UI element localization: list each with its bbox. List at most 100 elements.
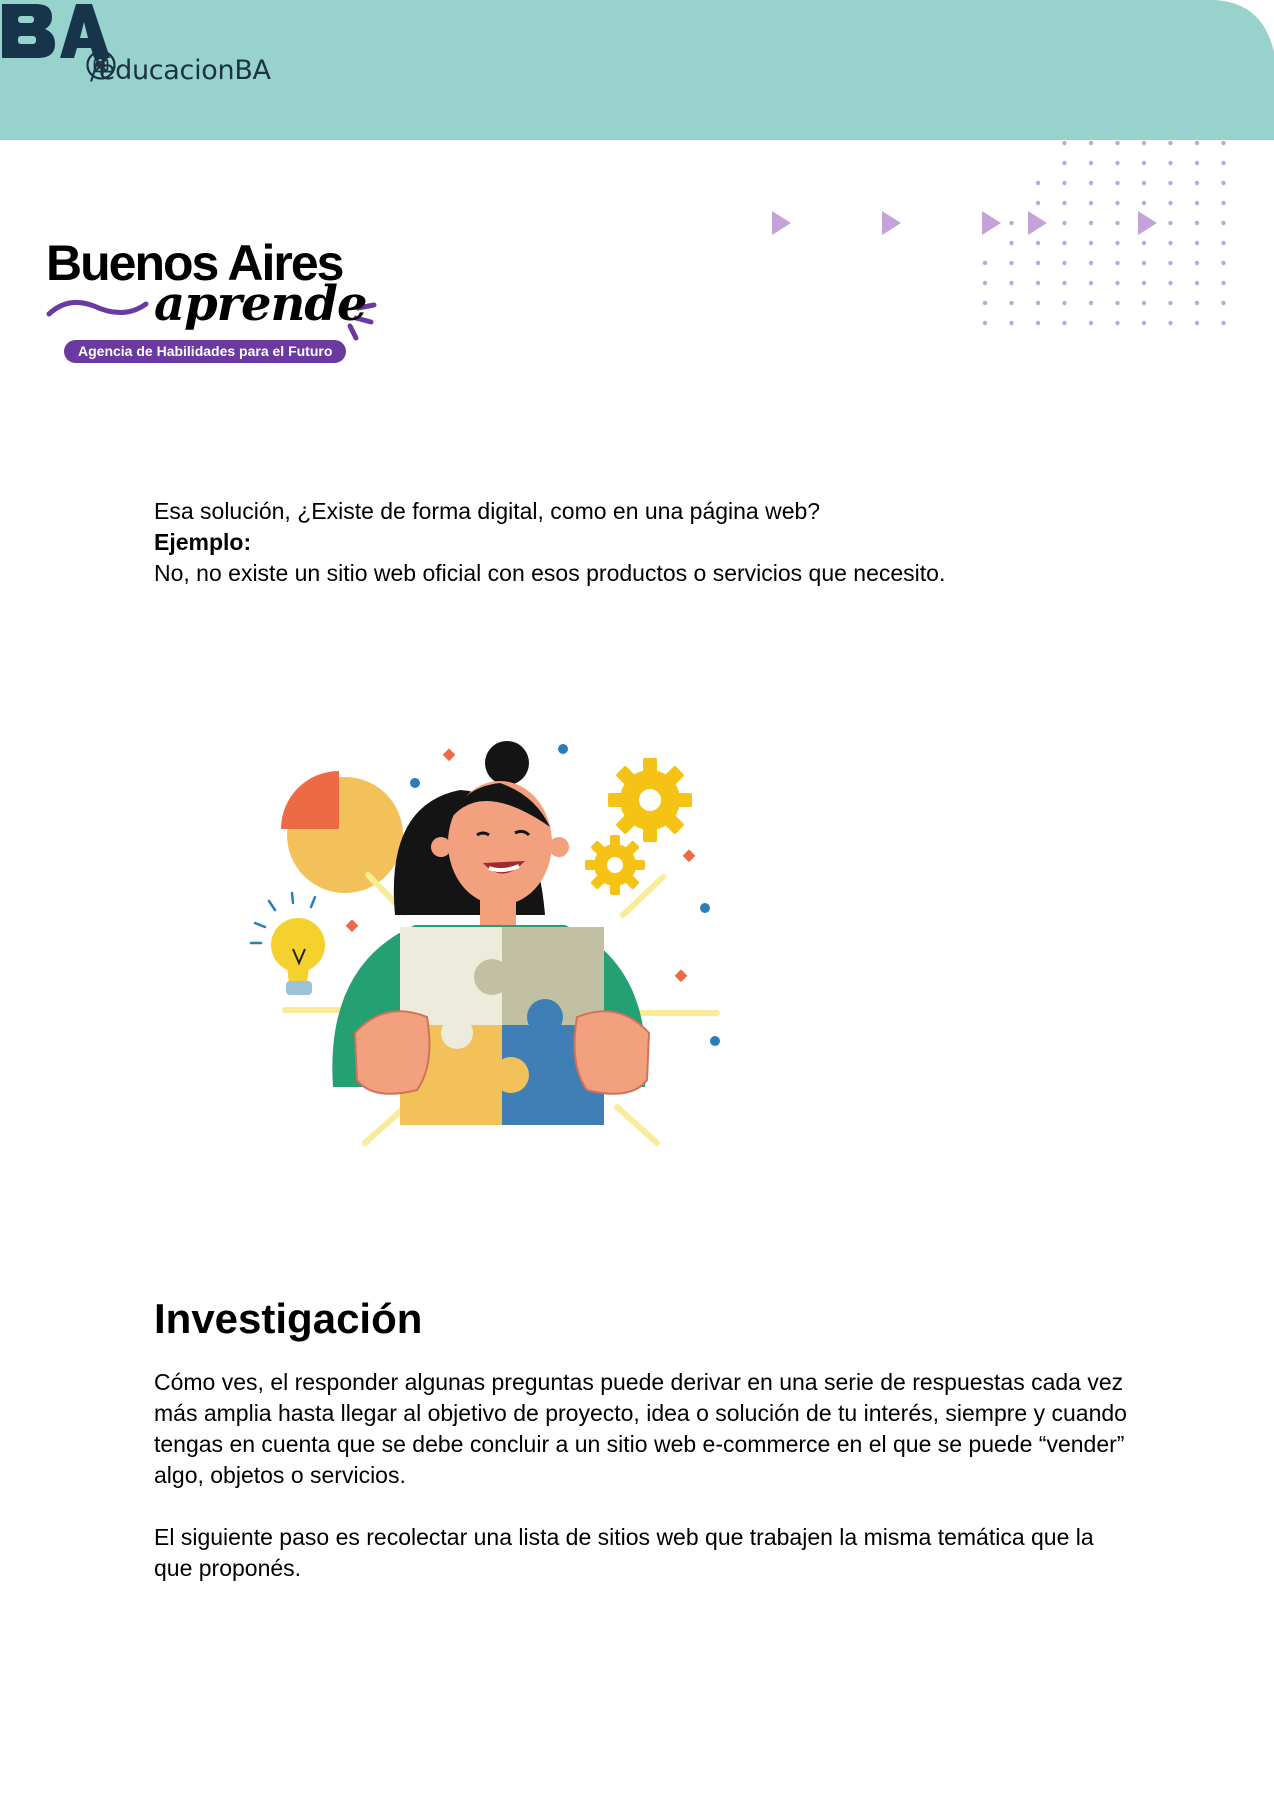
decor-dot: [1088, 200, 1094, 206]
decor-dot: [1115, 260, 1120, 266]
decor-dot: [1062, 260, 1067, 266]
decor-dot: [1009, 280, 1014, 286]
decor-dot: [1115, 300, 1120, 306]
decor-dot: [982, 280, 988, 286]
decor-dot: [1088, 320, 1094, 326]
decor-dot: [1088, 160, 1094, 166]
example-label: Ejemplo:: [154, 529, 252, 555]
decor-dot: [1221, 300, 1226, 306]
decor-dot: [1115, 140, 1120, 146]
decor-dot: [1168, 280, 1173, 286]
logo-line2: aprende: [154, 276, 367, 332]
decor-dot: [1062, 320, 1067, 326]
decor-dot: [1141, 260, 1147, 266]
decor-arrow: [1138, 211, 1157, 235]
decor-dot: [1221, 240, 1226, 246]
decor-dot: [1168, 200, 1173, 206]
decor-dot: [1088, 280, 1094, 286]
decor-dot: [1221, 140, 1226, 146]
decor-arrow: [772, 211, 791, 235]
decor-dot: [1062, 300, 1067, 306]
decor-dot: [1168, 240, 1173, 246]
decor-dot: [1035, 320, 1041, 326]
decor-dot: [1194, 320, 1200, 326]
decor-dot: [1088, 300, 1094, 306]
buenos-aires-aprende-logo: Buenos Aires aprende Agencia de Habilida…: [46, 238, 386, 368]
decor-dot: [1115, 320, 1120, 326]
decor-dot: [1088, 140, 1094, 146]
decor-dot: [1062, 280, 1067, 286]
decor-dot: [1194, 300, 1200, 306]
decor-dot: [1009, 260, 1014, 266]
decor-dot: [1088, 260, 1094, 266]
decor-dot: [1062, 140, 1067, 146]
decor-dot: [1062, 200, 1067, 206]
decor-dot: [982, 260, 988, 266]
decor-dot: [1221, 320, 1226, 326]
decor-dot: [1062, 220, 1067, 226]
section-heading: Investigación: [154, 1295, 423, 1342]
decor-dot: [1194, 180, 1200, 186]
decor-dot: [1141, 200, 1147, 206]
decor-dot: [1194, 280, 1200, 286]
decor-dot: [1035, 280, 1041, 286]
decor-dot: [1141, 320, 1147, 326]
decor-dot: [1141, 240, 1147, 246]
decor-dot: [1168, 140, 1173, 146]
decor-dot: [1168, 260, 1173, 266]
puzzle-icon: [400, 927, 604, 1125]
question-text: Esa solución, ¿Existe de forma digital, …: [154, 498, 821, 524]
decor-dot: [1035, 200, 1041, 206]
decor-dot: [1115, 160, 1120, 166]
decor-dot: [1062, 160, 1067, 166]
decor-dot: [1221, 200, 1226, 206]
decor-dot: [1115, 220, 1120, 226]
paragraph-1: Cómo ves, el responder algunas preguntas…: [154, 1369, 1127, 1488]
decor-dot: [1168, 180, 1173, 186]
decor-dot: [1168, 160, 1173, 166]
lightbulb-icon: [249, 891, 325, 995]
decor-dot: [1141, 180, 1147, 186]
decor-dot: [1194, 200, 1200, 206]
decor-dot: [1221, 180, 1226, 186]
decor-dot: [1141, 280, 1147, 286]
decor-dot: [1141, 300, 1147, 306]
decor-dot: [1168, 320, 1173, 326]
decor-dot: [1009, 300, 1014, 306]
example-text: No, no existe un sitio web oficial con e…: [154, 560, 946, 586]
decor-dot: [1221, 280, 1226, 286]
decor-dot: [1168, 300, 1173, 306]
decor-dot: [1088, 180, 1094, 186]
decor-dot: [1088, 220, 1094, 226]
decor-dot: [1035, 300, 1041, 306]
decor-dot: [1062, 240, 1067, 246]
decor-dot: [1009, 320, 1014, 326]
decor-dot: [1221, 160, 1226, 166]
decor-dot: [982, 300, 988, 306]
decor-dot: [982, 320, 988, 326]
decor-dot: [1062, 180, 1067, 186]
decor-dot: [1194, 140, 1200, 146]
decor-dot: [1035, 240, 1041, 246]
decor-dot: [1168, 220, 1173, 226]
logo-tagline: Agencia de Habilidades para el Futuro: [64, 340, 347, 363]
decor-dot: [1115, 280, 1120, 286]
decor-arrow: [982, 211, 1001, 235]
decor-dot: [1221, 260, 1226, 266]
decor-arrow: [1028, 211, 1047, 235]
puzzle-woman-illustration: [249, 741, 720, 1146]
decor-dot: [1009, 220, 1014, 226]
decor-dot: [1141, 160, 1147, 166]
decor-dot: [1035, 180, 1041, 186]
decor-dot: [1221, 220, 1226, 226]
decor-dot: [1194, 260, 1200, 266]
decor-dot: [1115, 180, 1120, 186]
decor-dot: [1035, 260, 1041, 266]
decor-dot: [1194, 160, 1200, 166]
decor-dot: [1194, 220, 1200, 226]
paragraph-2: El siguiente paso es recolectar una list…: [154, 1524, 1094, 1581]
decor-dot: [1141, 140, 1147, 146]
section-investigacion: Cómo ves, el responder algunas preguntas…: [154, 1367, 1134, 1584]
decor-dot: [1088, 240, 1094, 246]
decor-dot: [1009, 240, 1014, 246]
